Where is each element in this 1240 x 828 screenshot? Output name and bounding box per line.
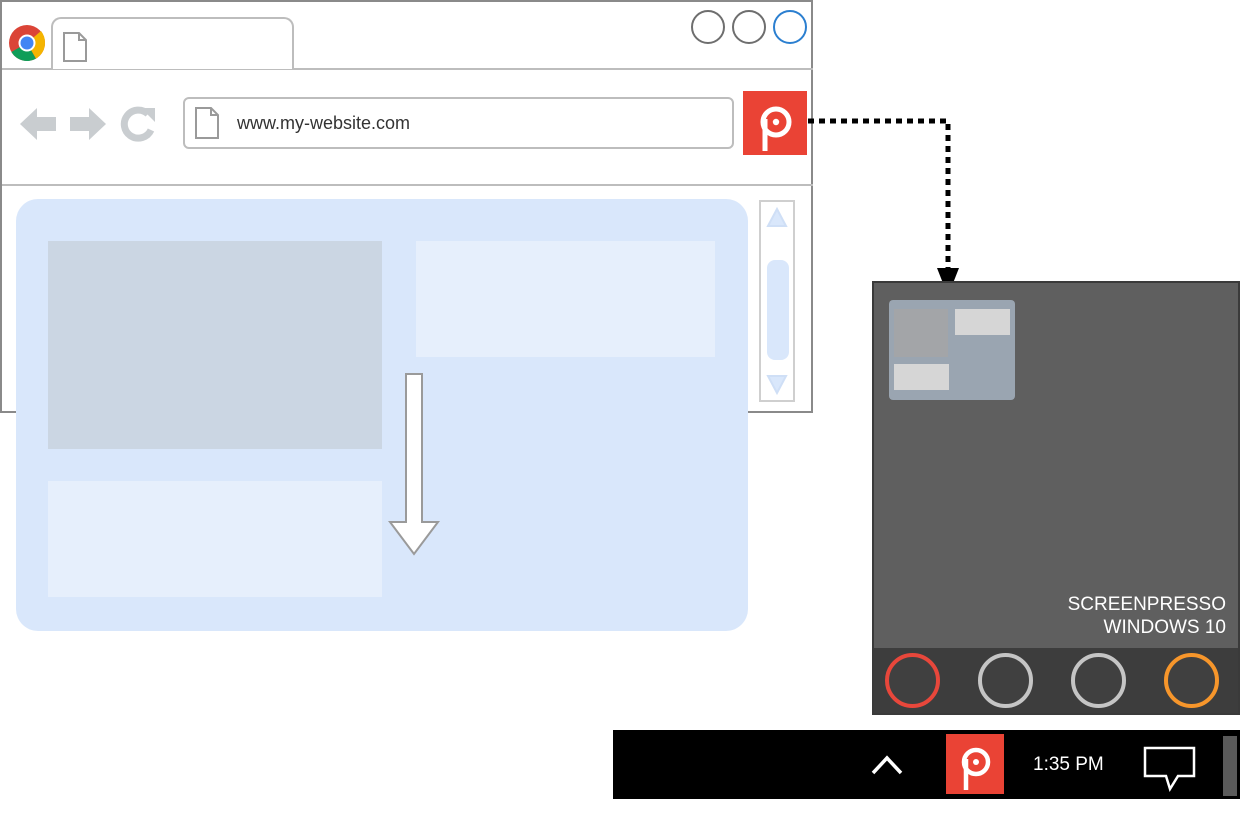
scroll-up-arrow-icon[interactable] [766,206,788,230]
connector-arrow [808,118,959,296]
thumbnail-block [894,309,948,357]
arrow-right-icon[interactable] [68,103,108,145]
taskbar-clock[interactable]: 1:35 PM [1033,754,1104,776]
scroll-thumb[interactable] [767,260,789,360]
action-ring-gray[interactable] [1071,653,1126,708]
address-bar[interactable]: www.my-website.com [183,97,734,149]
content-block [48,481,382,597]
maximize-button[interactable] [732,10,766,44]
thumbnail-block [955,309,1010,335]
tab-strip [2,2,813,70]
notification-icon[interactable] [1142,745,1198,793]
screenpresso-window: SCREENPRESSO WINDOWS 10 [872,281,1240,715]
screenpresso-icon[interactable] [743,91,807,155]
caption-line: WINDOWS 10 [1103,617,1226,638]
action-ring-orange[interactable] [1164,653,1219,708]
reload-icon[interactable] [119,104,159,144]
capture-thumbnail[interactable] [889,300,1015,400]
document-icon [195,107,219,139]
web-page-content [16,199,748,631]
taskbar: 1:35 PM [613,730,1240,799]
screenpresso-icon[interactable] [946,734,1004,794]
thumbnail-block [894,364,949,390]
caption-line: SCREENPRESSO [1067,594,1226,615]
screenpresso-caption: SCREENPRESSO WINDOWS 10 [1068,593,1226,639]
navigation-bar: www.my-website.com [2,68,813,186]
screenpresso-action-bar [874,648,1238,713]
scroll-direction-arrow-icon [388,373,440,556]
minimize-button[interactable] [691,10,725,44]
scrollbar[interactable] [759,200,795,402]
action-ring-red[interactable] [885,653,940,708]
content-block-image [48,241,382,449]
content-block [416,241,715,357]
document-icon [63,32,87,62]
chrome-logo-icon [9,25,46,62]
chevron-up-icon[interactable] [870,750,904,778]
address-url-text[interactable]: www.my-website.com [237,113,410,133]
action-ring-gray[interactable] [978,653,1033,708]
arrow-left-icon[interactable] [18,103,58,145]
close-button[interactable] [773,10,807,44]
scroll-down-arrow-icon[interactable] [766,372,788,396]
browser-tab[interactable] [51,17,294,69]
show-desktop-button[interactable] [1223,736,1237,796]
